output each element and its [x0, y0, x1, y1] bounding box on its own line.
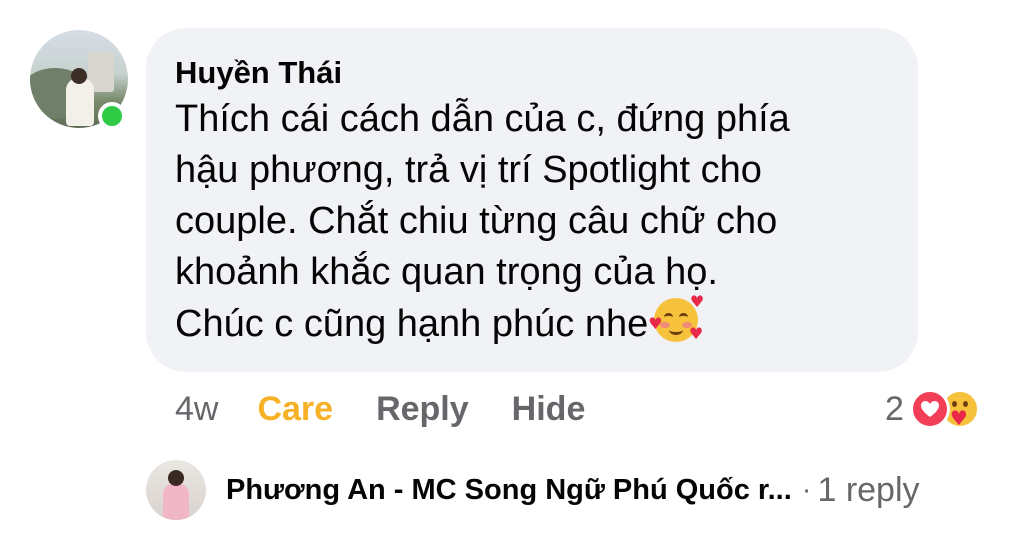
comment-bubble: Huyền Thái Thích cái cách dẫn của c, đứn… [146, 28, 918, 372]
reply-author-avatar [146, 460, 206, 520]
reaction-summary[interactable]: 2 ♥ [885, 386, 980, 432]
comment-author[interactable]: Huyền Thái [175, 55, 888, 91]
hide-button[interactable]: Hide [512, 390, 586, 429]
reply-author-name: Phương An - MC Song Ngữ Phú Quốc r... [226, 473, 792, 506]
care-button[interactable]: Care [257, 390, 333, 429]
online-status-icon [98, 102, 126, 130]
comment-time[interactable]: 4w [175, 390, 218, 429]
reply-count: 1 reply [817, 470, 920, 509]
comment-actions: 4w Care Reply Hide [175, 386, 585, 432]
reaction-count: 2 [885, 389, 904, 428]
smiling-face-with-hearts-icon: ♥ ♥ ♥ [648, 292, 705, 343]
view-replies-row[interactable]: Phương An - MC Song Ngữ Phú Quốc r... · … [146, 458, 920, 522]
reply-button[interactable]: Reply [376, 390, 469, 429]
avatar-head [71, 68, 87, 84]
reply-separator: · [801, 473, 812, 506]
love-reaction-icon [909, 389, 950, 429]
comment-thread: Huyền Thái Thích cái cách dẫn của c, đứn… [0, 0, 1024, 557]
avatar-person [66, 78, 94, 126]
comment-body: Thích cái cách dẫn của c, đứng phía hậu … [175, 94, 888, 350]
